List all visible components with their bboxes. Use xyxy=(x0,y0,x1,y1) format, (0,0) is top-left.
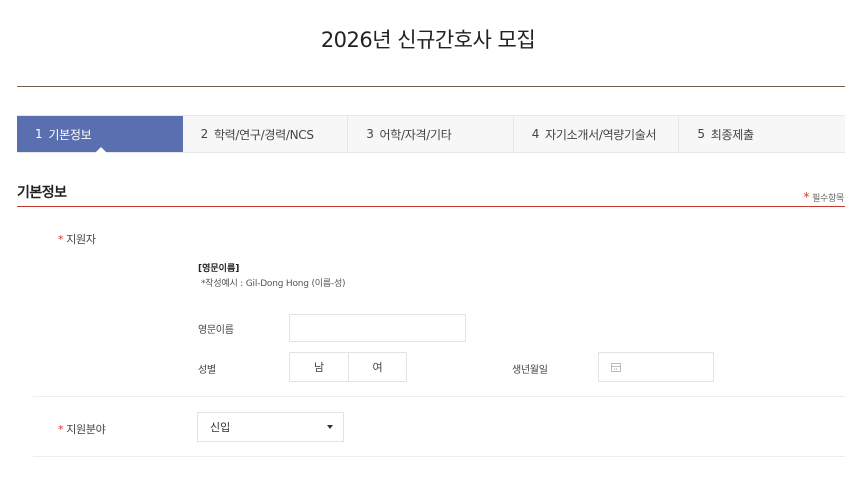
step-label: 기본정보 xyxy=(48,127,92,142)
required-star-icon: * xyxy=(803,190,810,204)
step-number: 3 xyxy=(366,127,374,141)
step-number: 1 xyxy=(35,127,43,141)
calendar-icon[interactable] xyxy=(611,362,621,372)
field-select-value: 신입 xyxy=(210,421,231,434)
required-note: * 필수항목 xyxy=(803,190,844,204)
english-name-heading: [영문이름] xyxy=(198,264,240,274)
step-1-basic-info[interactable]: 1 기본정보 xyxy=(17,116,183,153)
english-name-input[interactable] xyxy=(289,314,466,342)
applicant-label: * 지원자 xyxy=(58,231,96,247)
field-select[interactable]: 신입 xyxy=(197,412,344,442)
step-label: 학력/연구/경력/NCS xyxy=(213,127,314,142)
required-star-icon: * xyxy=(58,423,64,436)
section-divider xyxy=(17,206,845,207)
english-name-example: *작성예시 : Gil-Dong Hong (이름-성) xyxy=(201,279,346,289)
step-number: 2 xyxy=(200,127,209,141)
english-name-label: 영문이름 xyxy=(198,325,234,336)
step-5-final-submit[interactable]: 5 최종제출 xyxy=(679,116,845,152)
step-label: 최종제출 xyxy=(710,127,754,142)
page-title: 2026년 신규간호사 모집 xyxy=(320,28,536,52)
required-star-icon: * xyxy=(58,233,64,246)
caret-down-icon xyxy=(327,425,333,429)
field-label: * 지원분야 xyxy=(58,421,106,437)
step-number: 5 xyxy=(697,127,705,141)
step-nav: 1 기본정보 2 학력/연구/경력/NCS 3 어학/자격/기타 4 자기소개서… xyxy=(17,115,845,153)
step-label: 어학/자격/기타 xyxy=(379,127,452,142)
section-title: 기본정보 xyxy=(17,185,67,201)
gender-female-button[interactable]: 여 xyxy=(348,353,406,381)
step-label: 자기소개서/역량기술서 xyxy=(545,127,657,142)
row-divider xyxy=(33,396,845,397)
gender-male-button[interactable]: 남 xyxy=(290,353,348,381)
birthdate-input[interactable] xyxy=(598,352,714,382)
gender-label: 성별 xyxy=(198,365,216,376)
title-divider xyxy=(17,86,845,87)
step-4-self-intro[interactable]: 4 자기소개서/역량기술서 xyxy=(514,116,680,152)
applicant-label-text: 지원자 xyxy=(66,233,96,246)
step-number: 4 xyxy=(531,127,540,141)
field-label-text: 지원분야 xyxy=(66,423,106,436)
step-2-education[interactable]: 2 학력/연구/경력/NCS xyxy=(183,116,349,152)
step-3-language[interactable]: 3 어학/자격/기타 xyxy=(348,116,514,152)
row-divider xyxy=(33,456,845,457)
birthdate-label: 생년월일 xyxy=(512,365,548,376)
gender-toggle: 남 여 xyxy=(289,352,407,382)
required-note-text: 필수항목 xyxy=(812,194,844,204)
